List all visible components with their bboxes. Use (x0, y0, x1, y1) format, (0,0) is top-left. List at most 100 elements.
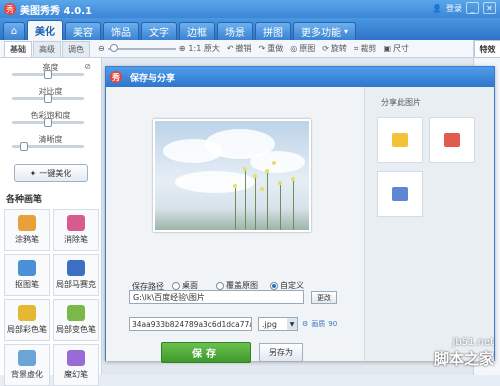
share-option[interactable] (377, 117, 423, 163)
tab-collage[interactable]: 拼图 (255, 22, 291, 40)
home-tab[interactable]: ⌂ (3, 22, 25, 40)
tab-color[interactable]: 调色 (62, 40, 90, 57)
tab-effects[interactable]: 特效 (474, 40, 500, 58)
flower-dot (260, 187, 264, 191)
undo-icon: ↶ (226, 44, 234, 53)
crop-button[interactable]: ⌗ 裁剪 (354, 43, 377, 54)
undo-label: 撤销 (235, 44, 252, 53)
dialog-share-section: 分享此图片 (364, 87, 494, 361)
doodle-brush-icon (18, 215, 36, 231)
rotate-button[interactable]: ⟳ 旋转 (322, 43, 347, 54)
tab-beautify[interactable]: 美化 (27, 20, 63, 40)
eraser-icon (67, 215, 85, 231)
one-key-beautify-button[interactable]: ✦ 一键美化 (13, 164, 88, 182)
redo-label: 重做 (267, 44, 284, 53)
brush-label: 局部彩色笔 (7, 325, 47, 334)
share-service-icon (392, 187, 408, 201)
tab-scene[interactable]: 场景 (217, 22, 253, 40)
blur-icon (18, 350, 36, 366)
saturation-knob[interactable] (44, 118, 52, 127)
flower-stem (293, 179, 294, 230)
save-share-dialog: 秀 保存与分享 保存路径 桌面 覆盖原图 自定义 G:\lk\百度经验\图片 更… (105, 66, 495, 363)
flower-stem (255, 176, 256, 230)
magic-wand-icon: ✦ (29, 168, 37, 178)
tab-basic[interactable]: 基础 (4, 40, 32, 57)
tab-more-features[interactable]: 更多功能 (293, 22, 357, 40)
original-button[interactable]: ◎ 原图 (290, 43, 315, 54)
brush-mosaic[interactable]: 局部马赛克 (53, 254, 99, 296)
brush-recolor[interactable]: 局部变色笔 (53, 299, 99, 341)
contrast-slider[interactable]: 对比度 (0, 86, 101, 106)
site-watermark: jb51.net 脚本之家 (434, 337, 494, 369)
original-icon: ◎ (290, 44, 298, 53)
flower-dot (278, 181, 282, 185)
dialog-title: 保存与分享 (130, 73, 176, 84)
radio-dot (172, 281, 180, 290)
sharpness-label: 清晰度 (38, 135, 63, 144)
brush-blur-bg[interactable]: 背景虚化 (4, 344, 50, 386)
flower-stem (280, 183, 281, 230)
zoom-slider[interactable] (107, 43, 176, 52)
share-option[interactable] (377, 171, 423, 217)
saturation-slider[interactable]: 色彩饱和度 (0, 110, 101, 130)
brush-label: 消除笔 (64, 235, 88, 244)
radio-dot (216, 281, 224, 290)
brightness-slider[interactable]: 亮度 (0, 62, 101, 82)
brightness-knob[interactable] (44, 70, 52, 79)
quality-value: 90 (328, 320, 338, 328)
gear-icon: ⚙ (302, 320, 309, 328)
tab-beauty[interactable]: 美容 (65, 22, 101, 40)
zoom-out-icon[interactable]: ⊖ (98, 44, 105, 53)
size-icon: ▣ (383, 44, 391, 53)
color-brush-icon (18, 305, 36, 321)
zoom-slider-knob[interactable] (109, 43, 118, 52)
title-bar: 秀 美图秀秀 4.0.1 👤 登录 _ ✕ (0, 0, 500, 18)
sharpness-knob[interactable] (20, 142, 28, 151)
radio-dot-selected (270, 281, 278, 290)
contrast-knob[interactable] (44, 94, 52, 103)
app-logo-icon: 秀 (4, 3, 16, 15)
filename-input[interactable]: 34aa933b824789a3c6d1dca77af27 (129, 317, 252, 331)
save-as-button[interactable]: 另存为 (259, 343, 303, 362)
brush-local-color[interactable]: 局部彩色笔 (4, 299, 50, 341)
image-preview (153, 119, 311, 232)
brush-magic[interactable]: 魔幻笔 (53, 344, 99, 386)
chevron-down-icon[interactable]: ▼ (287, 318, 297, 330)
minimize-button[interactable]: _ (466, 2, 479, 14)
user-icon[interactable]: 👤 (432, 4, 442, 13)
brush-label: 抠图笔 (15, 280, 39, 289)
save-button[interactable]: 保存 (161, 342, 251, 363)
change-path-button[interactable]: 更改 (311, 291, 337, 304)
size-button[interactable]: ▣ 尺寸 (383, 43, 409, 54)
brush-label: 局部变色笔 (56, 325, 96, 334)
flower-stem (235, 186, 236, 230)
tab-advanced[interactable]: 高级 (33, 40, 61, 57)
quality-label: 画质 (311, 320, 326, 328)
sharpness-slider[interactable]: 清晰度 (0, 134, 101, 154)
close-button[interactable]: ✕ (483, 2, 496, 14)
original-label: 原图 (299, 44, 316, 53)
share-option[interactable] (429, 117, 475, 163)
tab-text[interactable]: 文字 (141, 22, 177, 40)
tab-accessories[interactable]: 饰品 (103, 22, 139, 40)
brush-cutout[interactable]: 抠图笔 (4, 254, 50, 296)
tab-frame[interactable]: 边框 (179, 22, 215, 40)
login-link[interactable]: 登录 (446, 3, 462, 14)
flower-dot (272, 161, 276, 165)
undo-button[interactable]: ↶ 撤销 (227, 43, 252, 54)
save-path-input[interactable]: G:\lk\百度经验\图片 (129, 290, 304, 304)
brush-eraser[interactable]: 消除笔 (53, 209, 99, 251)
quality-control[interactable]: ⚙ 画质 90 (302, 319, 337, 329)
redo-button[interactable]: ↷ 重做 (259, 43, 284, 54)
size-label: 尺寸 (393, 44, 409, 53)
flower-dot (291, 177, 295, 181)
zoom-control: ⊖ ⊕ 1:1 原大 (98, 43, 220, 54)
brush-label: 局部马赛克 (56, 280, 96, 289)
flower-dot (265, 169, 269, 173)
recolor-icon (67, 305, 85, 321)
brush-doodle[interactable]: 涂鸦笔 (4, 209, 50, 251)
format-select[interactable]: .jpg ▼ (258, 317, 298, 331)
zoom-in-icon[interactable]: ⊕ (179, 44, 186, 53)
dialog-save-section: 保存路径 桌面 覆盖原图 自定义 G:\lk\百度经验\图片 更改 34aa93… (106, 87, 364, 363)
actual-size-button[interactable]: 1:1 原大 (188, 43, 219, 54)
